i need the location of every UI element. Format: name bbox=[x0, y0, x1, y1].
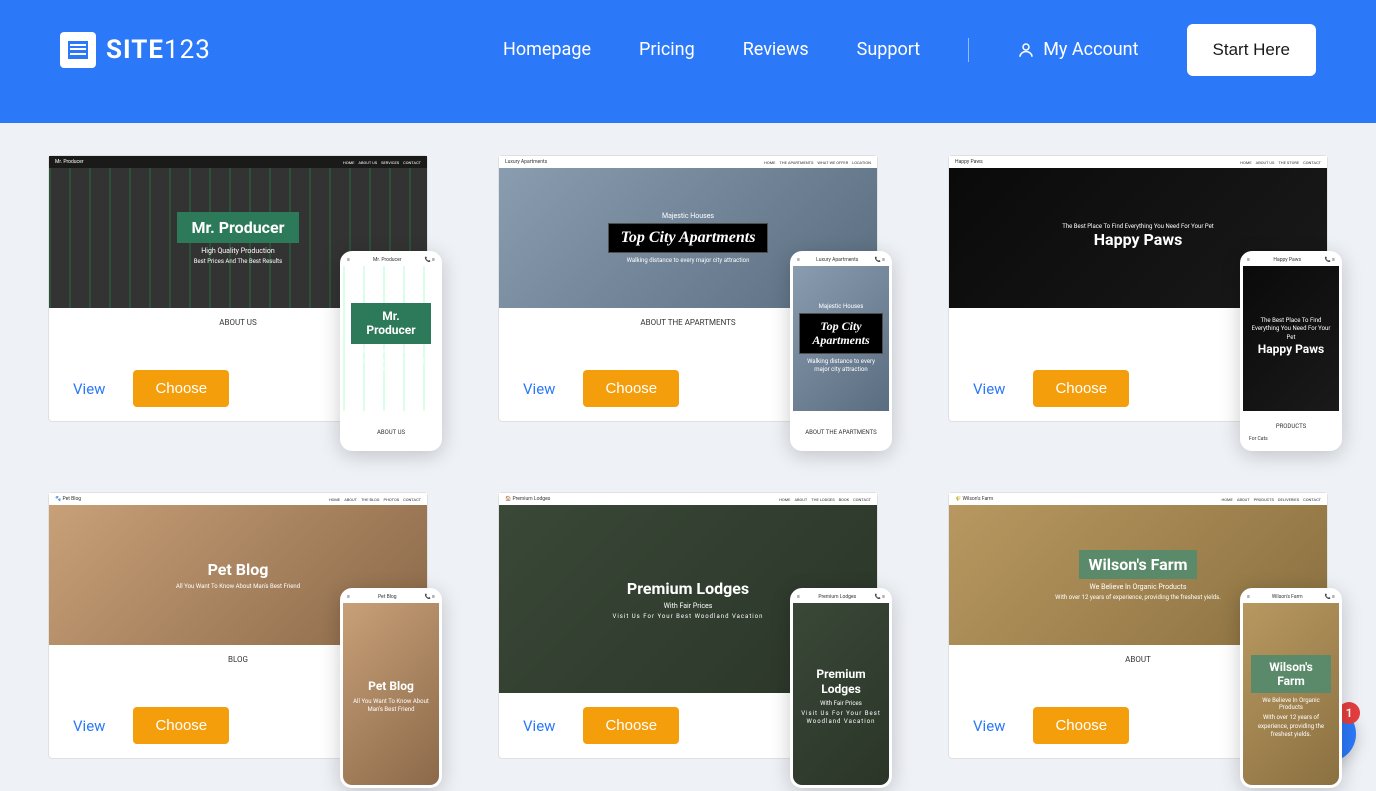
view-button[interactable]: View bbox=[973, 380, 1005, 398]
sub-header-bar bbox=[0, 99, 1376, 123]
preview-site-header: 🏠 Premium Lodges HOMEABOUTTHE LODGESBOOK… bbox=[499, 493, 877, 505]
logo-text: SITE123 bbox=[106, 35, 211, 65]
mobile-preview[interactable]: ≡Premium Lodges📞 ≡ Premium Lodges With F… bbox=[790, 588, 892, 788]
view-button[interactable]: View bbox=[523, 380, 555, 398]
nav-reviews[interactable]: Reviews bbox=[743, 39, 809, 60]
choose-button[interactable]: Choose bbox=[583, 707, 679, 744]
mobile-preview[interactable]: ≡Pet Blog📞 ≡ Pet Blog All You Want To Kn… bbox=[340, 588, 442, 788]
mobile-preview[interactable]: ≡Wilson's Farm📞 ≡ Wilson's Farm We Belie… bbox=[1240, 588, 1342, 788]
account-label: My Account bbox=[1043, 39, 1138, 60]
main-nav: Homepage Pricing Reviews Support My Acco… bbox=[503, 24, 1316, 76]
preview-site-header: Luxury Apartments HOMETHE APARTMENTSWHAT… bbox=[499, 156, 877, 168]
view-button[interactable]: View bbox=[973, 717, 1005, 735]
template-card: Mr. Producer HOMEABOUT USSERVICESCONTACT… bbox=[48, 155, 428, 422]
mobile-preview[interactable]: ≡Luxury Apartments📞 ≡ Majestic Houses To… bbox=[790, 251, 892, 451]
template-card: 🌾 Wilson's Farm HOMEABOUTPRODUCTSDELIVER… bbox=[948, 492, 1328, 759]
template-card: Happy Paws HOMEABOUT USTHE STORECONTACT … bbox=[948, 155, 1328, 422]
start-here-button[interactable]: Start Here bbox=[1187, 24, 1316, 76]
logo-icon bbox=[60, 32, 96, 68]
choose-button[interactable]: Choose bbox=[133, 370, 229, 407]
logo[interactable]: SITE123 bbox=[60, 32, 211, 68]
view-button[interactable]: View bbox=[73, 717, 105, 735]
nav-separator bbox=[968, 38, 969, 62]
preview-site-header: Happy Paws HOMEABOUT USTHE STORECONTACT bbox=[949, 156, 1327, 168]
template-card: Luxury Apartments HOMETHE APARTMENTSWHAT… bbox=[498, 155, 878, 422]
my-account-link[interactable]: My Account bbox=[1017, 39, 1138, 60]
choose-button[interactable]: Choose bbox=[133, 707, 229, 744]
template-card: 🐾 Pet Blog HOMEABOUTTHE BLOGPHOTOSCONTAC… bbox=[48, 492, 428, 759]
preview-site-header: Mr. Producer HOMEABOUT USSERVICESCONTACT bbox=[49, 156, 427, 168]
view-button[interactable]: View bbox=[523, 717, 555, 735]
preview-site-header: 🌾 Wilson's Farm HOMEABOUTPRODUCTSDELIVER… bbox=[949, 493, 1327, 505]
preview-site-header: 🐾 Pet Blog HOMEABOUTTHE BLOGPHOTOSCONTAC… bbox=[49, 493, 427, 505]
nav-homepage[interactable]: Homepage bbox=[503, 39, 591, 60]
template-card: 🏠 Premium Lodges HOMEABOUTTHE LODGESBOOK… bbox=[498, 492, 878, 759]
choose-button[interactable]: Choose bbox=[1033, 370, 1129, 407]
nav-pricing[interactable]: Pricing bbox=[639, 39, 695, 60]
choose-button[interactable]: Choose bbox=[1033, 707, 1129, 744]
main-header: SITE123 Homepage Pricing Reviews Support… bbox=[0, 0, 1376, 99]
nav-support[interactable]: Support bbox=[857, 39, 921, 60]
mobile-preview[interactable]: ≡Happy Paws📞 ≡ The Best Place To Find Ev… bbox=[1240, 251, 1342, 451]
templates-grid: Mr. Producer HOMEABOUT USSERVICESCONTACT… bbox=[0, 123, 1376, 791]
view-button[interactable]: View bbox=[73, 380, 105, 398]
choose-button[interactable]: Choose bbox=[583, 370, 679, 407]
mobile-preview[interactable]: ≡Mr. Producer📞 ≡ Mr. Producer High Quali… bbox=[340, 251, 442, 451]
user-icon bbox=[1017, 41, 1035, 59]
